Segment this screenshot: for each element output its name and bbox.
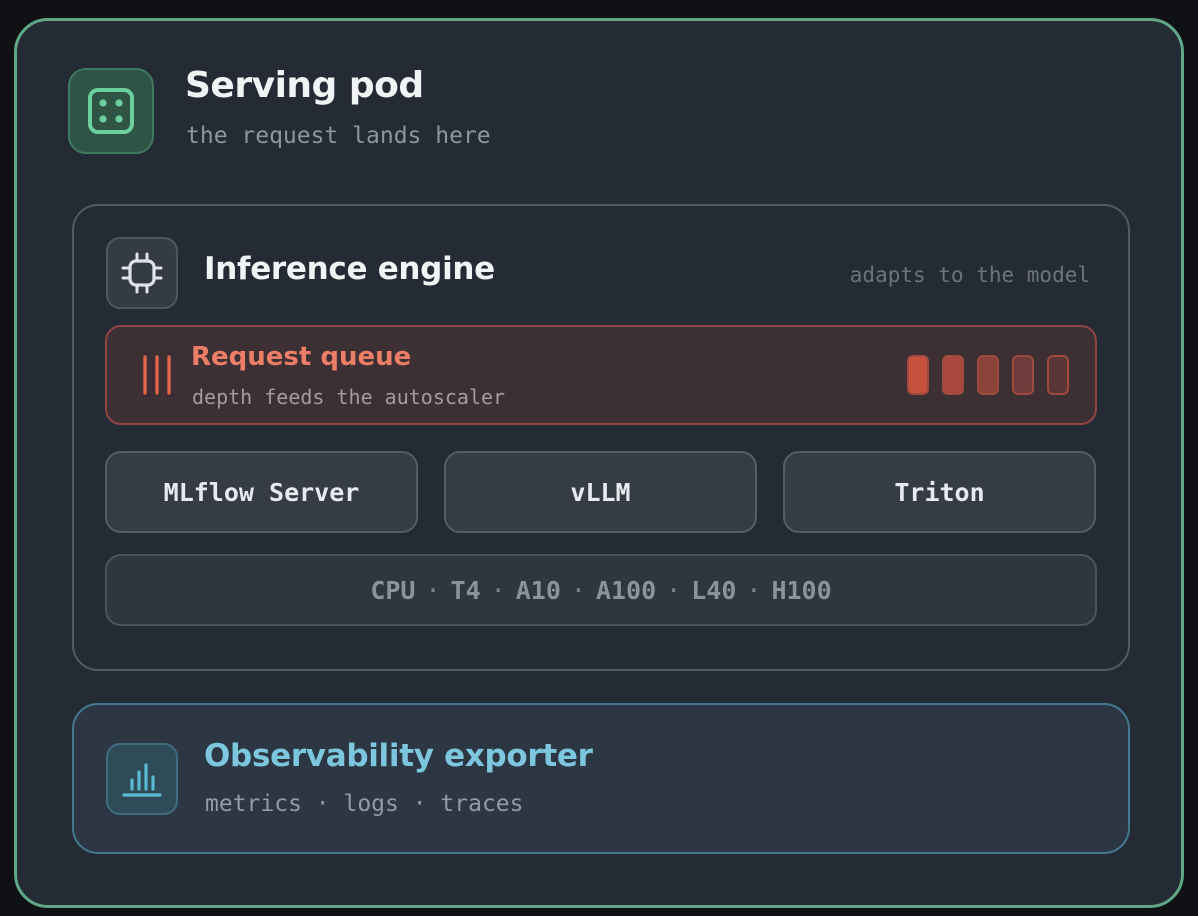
hardware-separator: · (490, 575, 506, 605)
hardware-item: L40 (691, 575, 737, 605)
server-grid-icon (68, 68, 154, 154)
queue-bars-icon (139, 353, 175, 397)
hardware-list: CPU · T4 · A10 · A100 · L40 · H100 (105, 554, 1097, 626)
bar-chart-icon (106, 743, 178, 815)
serving-pod-card: Serving pod the request lands here Infer… (14, 18, 1184, 908)
hardware-separator: · (570, 575, 586, 605)
hardware-separator: · (666, 575, 682, 605)
hardware-item: A10 (515, 575, 561, 605)
hardware-item: T4 (450, 575, 481, 605)
pod-subtitle: the request lands here (186, 123, 491, 149)
request-queue: Request queue depth feeds the autoscaler (105, 325, 1097, 425)
hardware-item: A100 (595, 575, 657, 605)
engine-title: Inference engine (204, 251, 495, 287)
hardware-item: H100 (771, 575, 832, 605)
observability-subtitle: metrics · logs · traces (205, 791, 524, 817)
server-option-triton: Triton (783, 451, 1096, 533)
queue-slot (977, 355, 999, 395)
queue-depth-indicator (907, 355, 1069, 395)
observability-exporter-box: Observability exporter metrics · logs · … (72, 703, 1130, 854)
server-option-mlflow-server: MLflow Server (105, 451, 418, 533)
engine-tag: adapts to the model (849, 263, 1090, 287)
hardware-separator: · (746, 575, 762, 605)
cpu-chip-icon (106, 237, 178, 309)
hardware-item: CPU (370, 575, 416, 605)
server-options: MLflow Server vLLM Triton (105, 451, 1097, 533)
queue-slot (907, 355, 929, 395)
queue-title: Request queue (191, 342, 412, 372)
hardware-separator: · (425, 575, 441, 605)
queue-slot (1012, 355, 1034, 395)
queue-subtitle: depth feeds the autoscaler (192, 385, 506, 409)
server-option-vllm: vLLM (444, 451, 757, 533)
queue-slot (942, 355, 964, 395)
pod-title: Serving pod (185, 65, 424, 106)
inference-engine-box: Inference engine adapts to the model Req… (72, 204, 1130, 671)
observability-title: Observability exporter (204, 738, 593, 774)
queue-slot (1047, 355, 1069, 395)
